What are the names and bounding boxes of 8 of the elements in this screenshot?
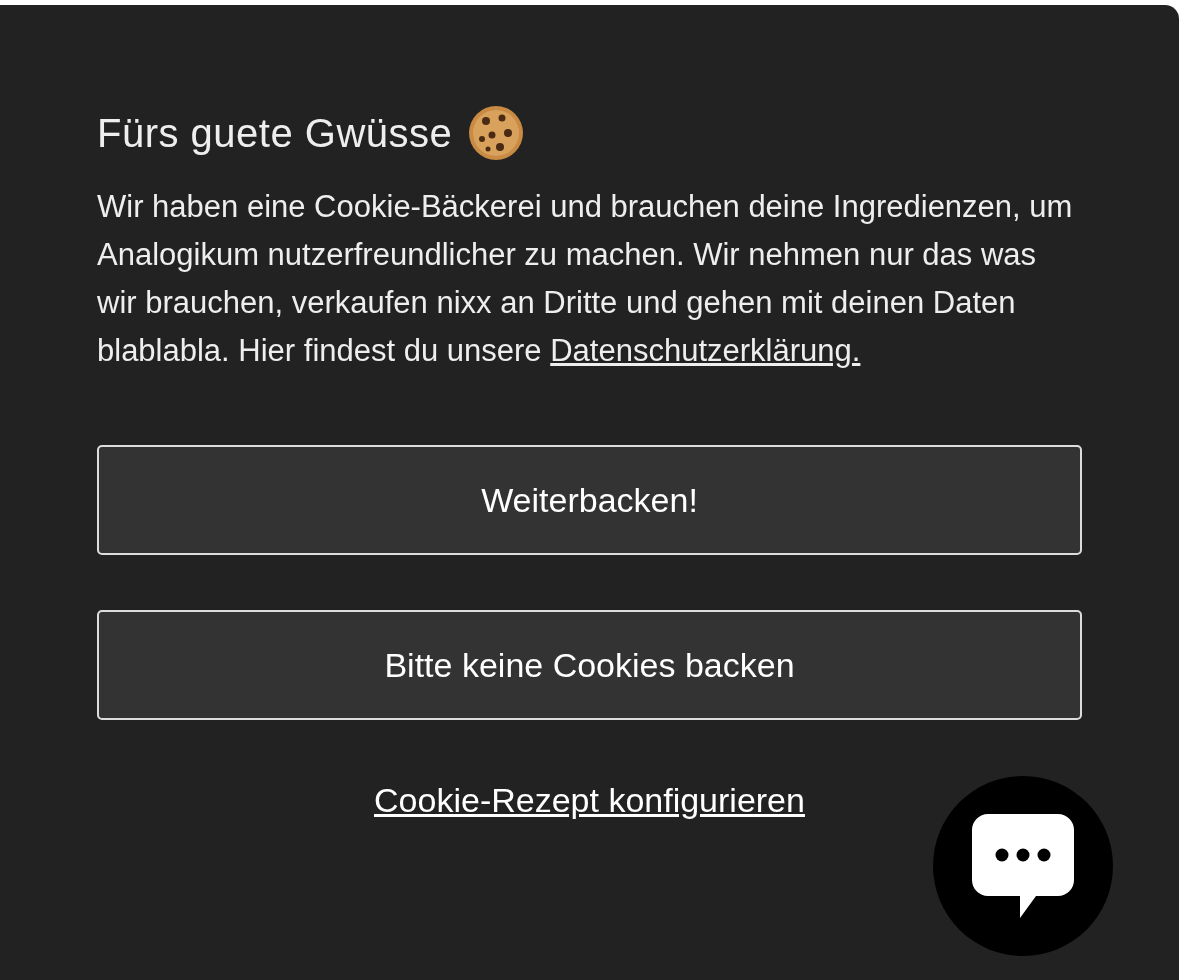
chat-icon: [970, 812, 1076, 920]
consent-button[interactable]: Bitte keine Cookies backen: [97, 610, 1082, 720]
privacy-link[interactable]: Datenschutzerklärung.: [550, 333, 861, 368]
configure-link[interactable]: Cookie-Rezept konfigurieren: [374, 775, 805, 826]
cookie-icon: [468, 105, 525, 161]
consent-button[interactable]: Weiterbacken!: [97, 445, 1082, 555]
consent-text: Wir haben eine Cookie-Bäckerei und brauchen deine Ingredienzen, um Analogikum nutzerfreundlicher zu machen. Wir nehmen nur das was wir brauchen, verkaufen nixx an Dritte und gehen mit deinen Daten blablabla. Hier findest du unsere Datenschutzerklärung.: [97, 188, 1074, 370]
banner-title: Fürs guete Gwüsse: [97, 110, 453, 157]
